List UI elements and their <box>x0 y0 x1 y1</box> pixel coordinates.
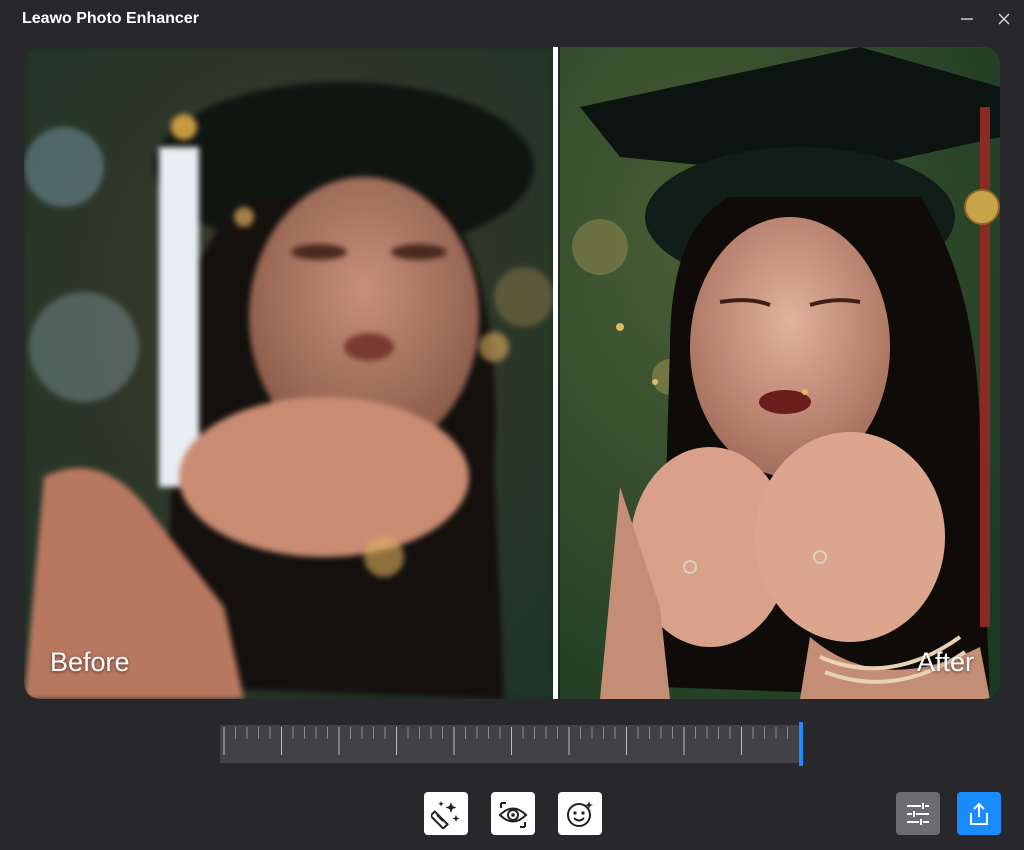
face-icon <box>567 800 593 827</box>
share-icon <box>970 802 988 825</box>
sliders-icon <box>907 802 929 825</box>
after-label: After <box>916 647 974 677</box>
app-title: Leawo Photo Enhancer <box>22 10 199 27</box>
adjustments-button[interactable] <box>896 792 940 835</box>
magic-wand-icon <box>431 800 460 829</box>
comparison-viewer[interactable]: Before After <box>24 47 1000 699</box>
eye-icon <box>498 801 528 828</box>
face-enhance-button[interactable] <box>558 792 602 835</box>
compare-view-button[interactable] <box>491 792 535 835</box>
minimize-button[interactable] <box>956 8 978 30</box>
export-button[interactable] <box>957 792 1001 835</box>
close-button[interactable] <box>993 8 1015 30</box>
before-image <box>24 47 554 699</box>
auto-enhance-button[interactable] <box>424 792 468 835</box>
close-icon <box>998 13 1010 25</box>
zoom-slider-track[interactable] <box>220 722 803 766</box>
before-label: Before <box>50 647 130 677</box>
after-image <box>560 47 1000 699</box>
app-window: Leawo Photo Enhancer Before After <box>0 0 1024 850</box>
minimize-icon <box>961 18 973 20</box>
compare-divider-handle[interactable] <box>553 47 558 699</box>
slider-ticks <box>223 727 788 755</box>
title-bar[interactable]: Leawo Photo Enhancer <box>0 0 1024 40</box>
slider-handle[interactable] <box>799 722 803 766</box>
